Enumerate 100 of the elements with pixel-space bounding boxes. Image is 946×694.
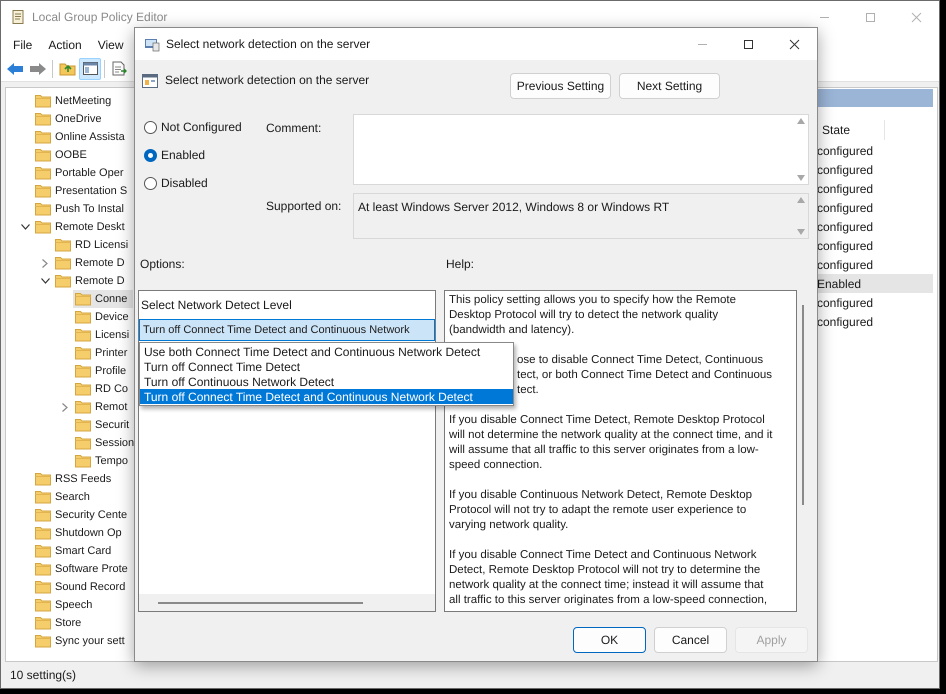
folder-icon: [35, 490, 51, 504]
tree-item[interactable]: Speech: [33, 596, 98, 614]
folder-icon: [75, 310, 91, 324]
toolbar-button[interactable]: [79, 58, 101, 80]
tree-item[interactable]: Online Assista: [33, 128, 131, 146]
status-text: 10 setting(s): [10, 667, 76, 684]
maximize-icon: [742, 38, 754, 50]
tree-item[interactable]: Tempo: [73, 452, 134, 470]
tree-item[interactable]: Software Prote: [33, 560, 134, 578]
tree-item[interactable]: Profile: [73, 362, 132, 380]
tree-item[interactable]: Store: [33, 614, 88, 632]
table-cell[interactable]: configured: [815, 217, 933, 236]
dropdown-option[interactable]: Turn off Continuous Network Detect: [140, 374, 513, 389]
forward-arrow-icon: [29, 62, 47, 76]
tree-item[interactable]: Conne: [73, 290, 134, 308]
tree-item[interactable]: RD Co: [73, 380, 134, 398]
tree-item[interactable]: Licensi: [73, 326, 134, 344]
tree-item[interactable]: Remot: [73, 398, 134, 416]
help-paragraph: This policy setting allows you to specify how the Remote Desktop Protocol will try to detect the network quality (bandwidth and latency).: [449, 293, 737, 338]
radio-option[interactable]: Disabled: [144, 174, 266, 192]
folder-icon: [75, 292, 91, 306]
tree-item[interactable]: OOBE: [33, 146, 93, 164]
table-cell[interactable]: configured: [815, 160, 933, 179]
scroll-down-icon[interactable]: [797, 229, 805, 235]
supported-text: At least Windows Server 2012, Windows 8 or Windows RT: [357, 199, 670, 216]
tree-item[interactable]: Search: [33, 488, 96, 506]
menu-item[interactable]: Action: [40, 36, 90, 54]
help-paragraph: ose to disable Connect Time Detect, Continuous tect, or both Connect Time Detect and Continuous tect.: [517, 353, 774, 398]
dialog-title: Select network detection on the server: [166, 36, 370, 53]
scrollbar[interactable]: [139, 594, 435, 611]
table-cell[interactable]: configured: [815, 141, 933, 160]
dropdown-option[interactable]: Turn off Connect Time Detect and Continuous Network Detect: [140, 389, 513, 404]
section-label: Options:: [140, 256, 186, 271]
pane-icon: [82, 61, 98, 76]
tree-item[interactable]: Remote D: [53, 254, 131, 272]
radio-option[interactable]: Not Configured: [144, 118, 266, 136]
tree-item[interactable]: Sound Record: [33, 578, 132, 596]
folder-icon: [75, 436, 91, 450]
scroll-up-icon[interactable]: [797, 118, 805, 124]
field-label: Supported on:: [266, 198, 342, 215]
table-cell[interactable]: configured: [815, 236, 933, 255]
scroll-up-icon[interactable]: [797, 197, 805, 203]
tree-item[interactable]: Printer: [73, 344, 134, 362]
tree-item[interactable]: Shutdown Op: [33, 524, 128, 542]
tree-item[interactable]: Smart Card: [33, 542, 118, 560]
tree-item[interactable]: Remote D: [53, 272, 131, 290]
tree-item[interactable]: Sync your sett: [33, 632, 131, 650]
folder-icon: [75, 454, 91, 468]
folder-icon: [75, 400, 91, 414]
scroll-down-icon[interactable]: [797, 175, 805, 181]
tree-item[interactable]: Remote Deskt: [33, 218, 131, 236]
folder-up-icon: [58, 61, 76, 76]
previous-button[interactable]: Previous Setting: [510, 73, 611, 99]
folder-icon: [35, 130, 51, 144]
dropdown-option[interactable]: Turn off Connect Time Detect: [140, 359, 513, 374]
folder-icon: [35, 112, 51, 126]
table-cell[interactable]: configured: [815, 179, 933, 198]
window-title: Local Group Policy Editor: [32, 9, 168, 26]
table-cell[interactable]: configured: [815, 255, 933, 274]
table-cell[interactable]: configured: [815, 312, 933, 331]
folder-icon: [35, 580, 51, 594]
back-arrow-icon: [6, 62, 24, 76]
radio-option[interactable]: Enabled: [144, 146, 266, 164]
maximize-icon: [864, 12, 876, 22]
next-button[interactable]: Next Setting: [619, 73, 720, 99]
tree-item[interactable]: Securit: [73, 416, 134, 434]
folder-icon: [35, 598, 51, 612]
help-paragraph: If you disable Connect Time Detect, Remote Desktop Protocol will not determine the network quality at the connect time, and it will assume that all traffic to this server originates from a low- speed connection.: [449, 413, 774, 473]
tree-item[interactable]: NetMeeting: [33, 92, 118, 110]
dropdown-option[interactable]: Use both Connect Time Detect and Continuous Network Detect: [140, 344, 513, 359]
table-cell[interactable]: configured: [815, 293, 933, 312]
menu-item[interactable]: View: [90, 36, 132, 54]
tree-item[interactable]: Push To Instal: [33, 200, 130, 218]
setting-icon: [142, 73, 158, 89]
folder-icon: [35, 634, 51, 648]
folder-icon: [35, 202, 51, 216]
dropdown-field[interactable]: Turn off Connect Time Detect and Continuous Network: [139, 319, 435, 341]
folder-icon: [35, 526, 51, 540]
tree-item[interactable]: Security Cente: [33, 506, 134, 524]
menu-item[interactable]: File: [5, 36, 40, 54]
table-cell[interactable]: configured: [815, 198, 933, 217]
setting-name: Select network detection on the server: [165, 72, 370, 89]
folder-icon: [35, 508, 51, 522]
ok-button[interactable]: OK: [573, 627, 646, 653]
folder-icon: [75, 364, 91, 378]
folder-icon: [35, 616, 51, 630]
tree-item[interactable]: OneDrive: [33, 110, 108, 128]
cancel-button[interactable]: Cancel: [654, 627, 727, 653]
tree-item[interactable]: Session: [73, 434, 134, 452]
tree-item[interactable]: Presentation S: [33, 182, 134, 200]
folder-icon: [35, 220, 51, 234]
tree-item[interactable]: Portable Oper: [33, 164, 130, 182]
comment-field[interactable]: [353, 114, 809, 185]
export-list-icon: [110, 61, 128, 76]
table-cell[interactable]: Enabled: [815, 274, 933, 293]
tree-item[interactable]: Device: [73, 308, 134, 326]
folder-icon: [75, 418, 91, 432]
tree-item[interactable]: RSS Feeds: [33, 470, 118, 488]
app-icon: [10, 9, 26, 25]
tree-item[interactable]: RD Licensi: [53, 236, 134, 254]
